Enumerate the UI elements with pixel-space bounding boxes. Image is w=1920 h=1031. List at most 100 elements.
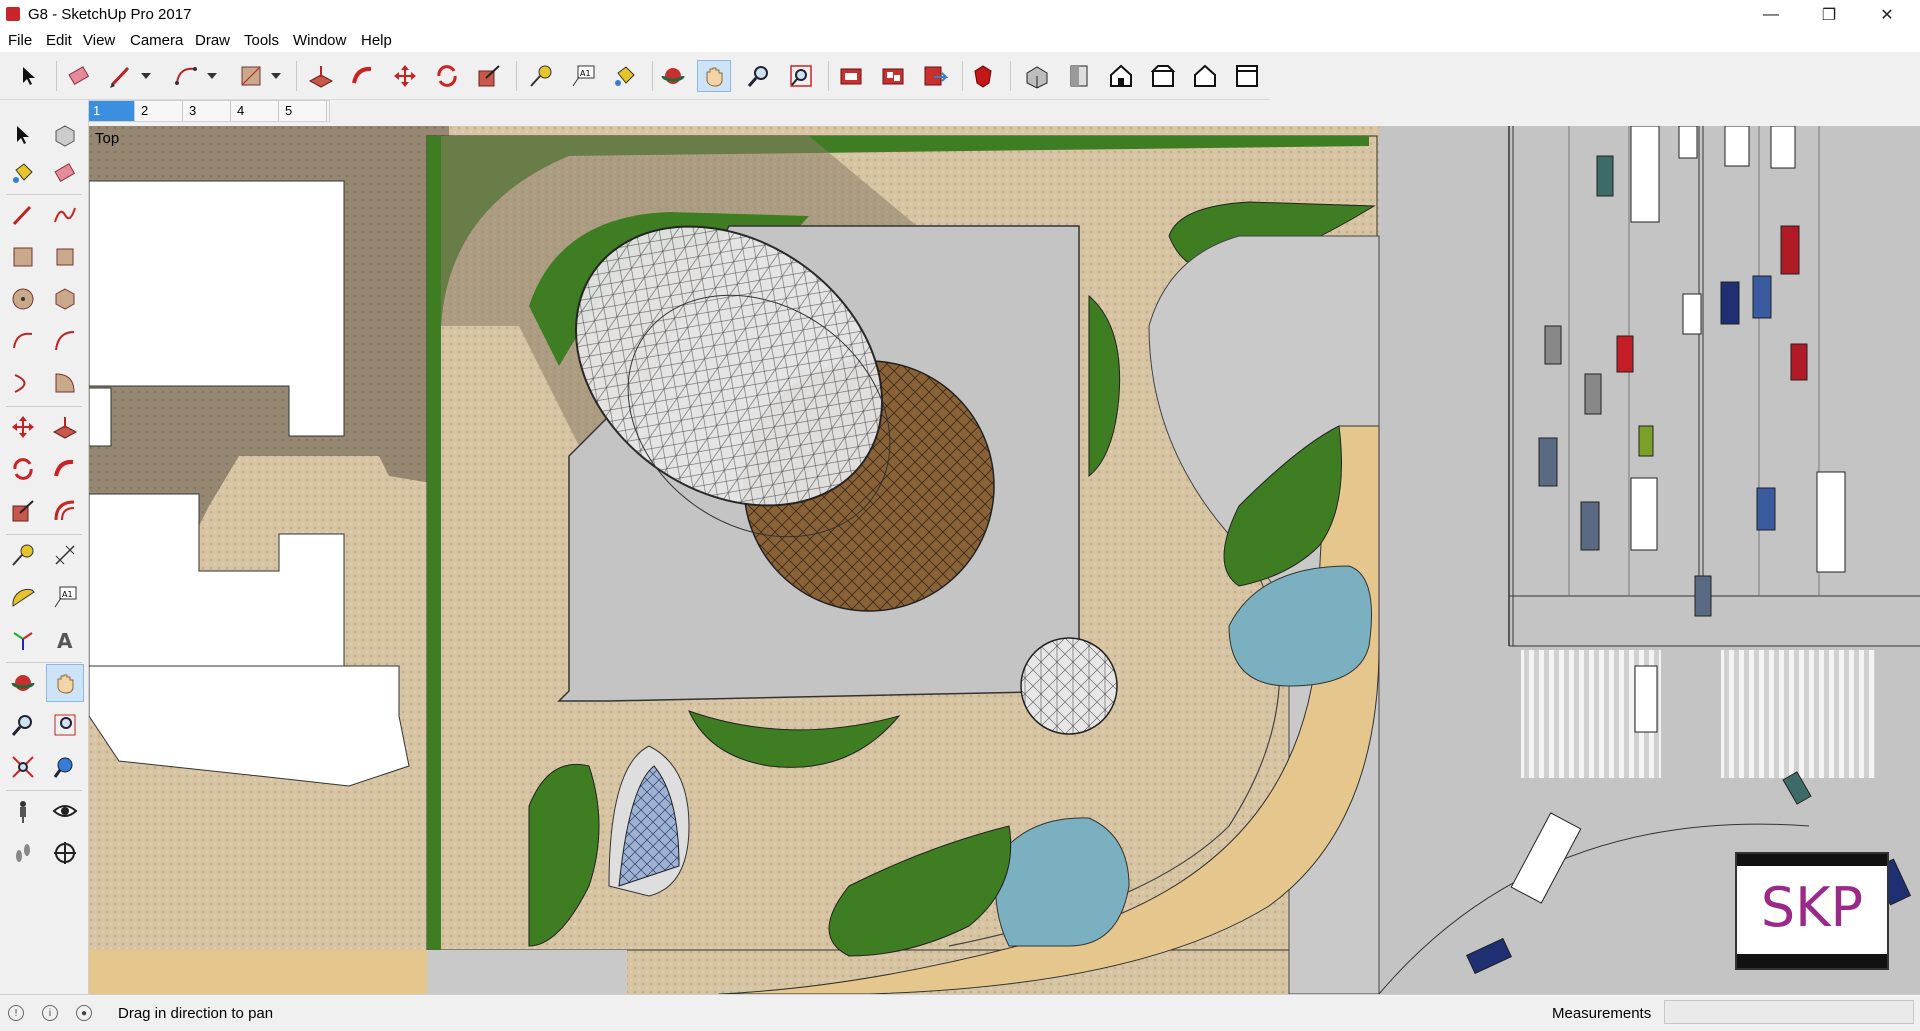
geo-location-icon[interactable]: !: [8, 1005, 24, 1021]
freehand-tool-button[interactable]: [48, 198, 82, 232]
chevron-down-icon: [271, 73, 281, 79]
tape-measure-tool-button[interactable]: [524, 60, 558, 92]
top-view-button[interactable]: [1062, 60, 1096, 92]
3d-text-tool-button[interactable]: A: [48, 622, 82, 656]
toolbar-separator: [828, 61, 829, 91]
move-tool-button[interactable]: [388, 60, 422, 92]
scene-tab-4[interactable]: 4: [233, 101, 279, 121]
menu-help[interactable]: Help: [361, 32, 392, 49]
left-view-button[interactable]: [1230, 60, 1264, 92]
arc-dropdown[interactable]: [204, 60, 220, 92]
front-view-button[interactable]: [1104, 60, 1138, 92]
follow-me-tool-button[interactable]: [346, 60, 380, 92]
rectangle-dropdown[interactable]: [268, 60, 284, 92]
zoom-tool-button[interactable]: [6, 708, 40, 742]
section-plane-tool-button[interactable]: [48, 836, 82, 870]
minimize-button[interactable]: —: [1748, 0, 1794, 30]
menu-edit[interactable]: Edit: [46, 32, 72, 49]
previous-view-button[interactable]: [48, 750, 82, 784]
tape-measure-tool-button[interactable]: [6, 538, 40, 572]
orbit-tool-button[interactable]: [656, 60, 690, 92]
orbit-tool-button[interactable]: [6, 666, 40, 700]
zoom-window-tool-button[interactable]: [48, 708, 82, 742]
push-pull-icon: [308, 66, 334, 88]
rotate-tool-button[interactable]: [430, 60, 464, 92]
move-tool-button[interactable]: [6, 410, 40, 444]
measurements-input[interactable]: [1664, 1000, 1914, 1024]
scale-tool-button[interactable]: [472, 60, 506, 92]
scene-tab-3[interactable]: 3: [185, 101, 231, 121]
right-view-button[interactable]: [1146, 60, 1180, 92]
arc-tool-button[interactable]: [170, 60, 204, 92]
scene-tab-2[interactable]: 2: [137, 101, 183, 121]
model-viewport[interactable]: Top: [89, 126, 1920, 994]
zoom-extents-tool-button[interactable]: [6, 750, 40, 784]
scale-tool-button[interactable]: [6, 494, 40, 528]
paint-bucket-tool-button[interactable]: [6, 156, 40, 190]
follow-me-tool-button[interactable]: [48, 452, 82, 486]
offset-tool-button[interactable]: [48, 494, 82, 528]
protractor-tool-button[interactable]: [6, 580, 40, 614]
rotated-rectangle-icon: [56, 248, 74, 266]
circle-tool-button[interactable]: [6, 282, 40, 316]
menu-view[interactable]: View: [83, 32, 115, 49]
menu-file[interactable]: File: [8, 32, 32, 49]
3d-warehouse-button[interactable]: [834, 60, 868, 92]
text-tool-button[interactable]: A1: [566, 60, 600, 92]
user-account-icon[interactable]: ●: [76, 1005, 92, 1021]
close-button[interactable]: ✕: [1864, 0, 1910, 30]
push-pull-tool-button[interactable]: [48, 410, 82, 444]
push-pull-tool-button[interactable]: [304, 60, 338, 92]
arc-tool-button[interactable]: [6, 324, 40, 358]
menu-tools[interactable]: Tools: [244, 32, 279, 49]
polygon-tool-button[interactable]: [48, 282, 82, 316]
three-point-arc-tool-button[interactable]: [6, 366, 40, 400]
extension-warehouse-button[interactable]: [876, 60, 910, 92]
menu-camera[interactable]: Camera: [130, 32, 183, 49]
look-around-tool-button[interactable]: [48, 794, 82, 828]
zoom-tool-button[interactable]: [742, 60, 776, 92]
zoom-icon: [747, 66, 768, 87]
rectangle-tool-button[interactable]: [234, 60, 268, 92]
two-point-arc-tool-button[interactable]: [48, 324, 82, 358]
eraser-tool-button[interactable]: [48, 156, 82, 190]
rotate-tool-button[interactable]: [6, 452, 40, 486]
text-tool-button[interactable]: A1: [48, 580, 82, 614]
arc-icon: [175, 67, 197, 85]
pan-tool-button[interactable]: [697, 60, 731, 92]
line-tool-button[interactable]: [6, 198, 40, 232]
zoom-extents-tool-button[interactable]: [784, 60, 818, 92]
scene-tab-5[interactable]: 5: [281, 101, 327, 121]
rectangle-tool-button[interactable]: [6, 240, 40, 274]
pan-tool-button[interactable]: [46, 664, 84, 702]
credits-icon[interactable]: i: [42, 1005, 58, 1021]
restore-button[interactable]: ❐: [1806, 0, 1852, 30]
select-icon: [17, 126, 29, 144]
make-component-button[interactable]: [48, 118, 82, 152]
zoom-extents-icon: [12, 756, 34, 778]
top-view-icon: [1070, 65, 1088, 87]
rotated-rectangle-tool-button[interactable]: [48, 240, 82, 274]
select-tool-button[interactable]: [12, 60, 46, 92]
position-camera-tool-button[interactable]: [6, 794, 40, 828]
walk-tool-button[interactable]: [6, 836, 40, 870]
left-view-icon: [1236, 65, 1258, 87]
eraser-tool-button[interactable]: [62, 60, 96, 92]
dimension-tool-button[interactable]: [48, 538, 82, 572]
pencil-dropdown[interactable]: [138, 60, 154, 92]
scene-tab-1[interactable]: 1: [89, 101, 135, 121]
menu-window[interactable]: Window: [293, 32, 346, 49]
ruby-console-button[interactable]: [966, 60, 1000, 92]
logo-bar-bottom: [1737, 954, 1887, 968]
toolbar-separator: [516, 61, 517, 91]
iso-view-button[interactable]: [1020, 60, 1054, 92]
select-tool-button[interactable]: [6, 118, 40, 152]
axes-tool-button[interactable]: [6, 622, 40, 656]
pencil-tool-button[interactable]: [104, 60, 138, 92]
menu-draw[interactable]: Draw: [195, 32, 230, 49]
back-view-button[interactable]: [1188, 60, 1222, 92]
paint-bucket-tool-button[interactable]: [608, 60, 642, 92]
pie-tool-button[interactable]: [48, 366, 82, 400]
send-to-layout-button[interactable]: [918, 60, 952, 92]
move-icon: [394, 65, 416, 87]
